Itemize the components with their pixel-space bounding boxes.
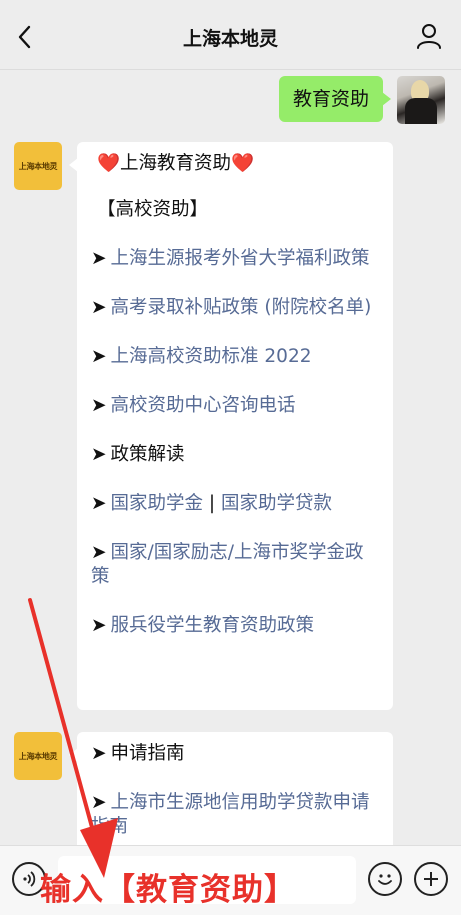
arrow-bullet: ➤ xyxy=(91,615,107,636)
bot-avatar-label: 上海本地灵 xyxy=(18,751,58,761)
list-item[interactable]: ➤ 高考录取补贴政策 (附院校名单) xyxy=(91,296,381,320)
chat-area[interactable]: 教育资助 上海本地灵 ❤️上海教育资助❤️ 【高校资助】 ➤ 上海生源报考外省大学… xyxy=(0,70,461,845)
arrow-bullet: ➤ xyxy=(91,743,107,764)
link-text[interactable]: 国家助学贷款 xyxy=(221,493,332,514)
link-text[interactable]: 国家助学金 xyxy=(111,493,204,514)
emoji-icon[interactable] xyxy=(368,862,402,896)
plus-icon[interactable] xyxy=(414,862,448,896)
arrow-bullet: ➤ xyxy=(91,297,107,318)
link-text[interactable]: 高考录取补贴政策 (附院校名单) xyxy=(111,297,372,318)
bot-message-bubble: ❤️上海教育资助❤️ 【高校资助】 ➤ 上海生源报考外省大学福利政策 ➤ 高考录取补… xyxy=(69,142,393,710)
link-text[interactable]: 上海市生源地信用助学贷款申请指南 xyxy=(91,792,370,837)
link-text[interactable]: 国家/国家励志/上海市奖学金政策 xyxy=(91,542,363,587)
top-bar: 上海本地灵 xyxy=(0,0,461,70)
list-item[interactable]: ➤ 国家/国家励志/上海市奖学金政策 xyxy=(91,541,381,589)
chat-title: 上海本地灵 xyxy=(182,28,278,50)
instruction-annotation: 输入【教育资助】 xyxy=(40,872,296,908)
bot-message-bubble: ➤ 申请指南 ➤ 上海市生源地信用助学贷款申请指南 xyxy=(69,732,393,845)
list-item[interactable]: ➤ 上海高校资助标准 2022 xyxy=(91,345,381,369)
arrow-bullet: ➤ xyxy=(91,444,107,465)
bot-avatar-label: 上海本地灵 xyxy=(18,161,58,171)
section-title: 【高校资助】 xyxy=(97,199,209,220)
link-text[interactable]: 高校资助中心咨询电话 xyxy=(111,395,296,416)
separator: | xyxy=(208,493,216,514)
link-text[interactable]: 上海高校资助标准 2022 xyxy=(111,346,312,367)
avatar-figure-coat xyxy=(405,98,437,124)
bot-avatar[interactable]: 上海本地灵 xyxy=(14,732,62,780)
list-item: ➤ 申请指南 xyxy=(91,742,381,766)
list-item: ➤ 政策解读 xyxy=(91,443,381,467)
composer-bar: 输入【教育资助】 xyxy=(0,845,461,915)
arrow-bullet: ➤ xyxy=(91,346,107,367)
user-message-bubble[interactable]: 教育资助 xyxy=(278,76,392,122)
arrow-bullet: ➤ xyxy=(91,395,107,416)
list-item[interactable]: ➤ 高校资助中心咨询电话 xyxy=(91,394,381,418)
arrow-bullet: ➤ xyxy=(91,542,107,563)
bot-avatar[interactable]: 上海本地灵 xyxy=(14,142,62,190)
list-item[interactable]: ➤ 上海市生源地信用助学贷款申请指南 xyxy=(91,791,381,839)
voice-waves xyxy=(23,871,36,887)
bubble-heading: ❤️上海教育资助❤️ xyxy=(97,153,255,174)
list-item[interactable]: ➤ 服兵役学生教育资助政策 xyxy=(91,614,381,638)
plain-text: 申请指南 xyxy=(110,743,185,764)
emoji-face xyxy=(378,874,392,885)
plus-glyph xyxy=(424,872,438,886)
profile-icon[interactable] xyxy=(415,22,443,50)
arrow-bullet: ➤ xyxy=(91,792,107,813)
plain-text: 政策解读 xyxy=(110,444,185,465)
user-message-row: 教育资助 xyxy=(278,76,445,124)
arrow-bullet: ➤ xyxy=(91,493,107,514)
arrow-bullet: ➤ xyxy=(91,248,107,269)
list-item[interactable]: ➤ 国家助学金 | 国家助学贷款 xyxy=(91,492,381,516)
user-avatar[interactable] xyxy=(397,76,445,124)
link-text[interactable]: 服兵役学生教育资助政策 xyxy=(111,615,315,636)
list-item[interactable]: ➤ 上海生源报考外省大学福利政策 xyxy=(91,247,381,271)
link-text[interactable]: 上海生源报考外省大学福利政策 xyxy=(111,248,370,269)
